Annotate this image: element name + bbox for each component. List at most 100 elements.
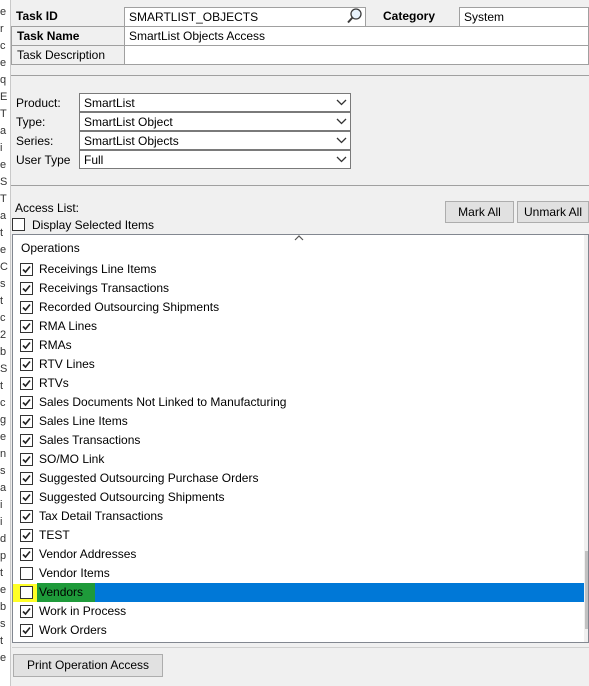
list-item[interactable]: Vendor Addresses <box>13 545 586 564</box>
background-window-strip: erceqETaieSTateCstc2bStcgensaiidptebste <box>0 0 11 686</box>
background-text-fragment: e <box>0 159 7 171</box>
category-field[interactable]: System <box>459 7 589 27</box>
item-checkbox[interactable] <box>20 377 33 390</box>
checkmark-icon <box>22 550 31 559</box>
item-checkbox[interactable] <box>20 434 33 447</box>
background-text-fragment: d <box>0 533 7 545</box>
list-item[interactable]: Work Orders <box>13 621 586 640</box>
background-text-fragment: e <box>0 6 7 18</box>
background-text-fragment: e <box>0 584 7 596</box>
item-checkbox[interactable] <box>20 472 33 485</box>
item-checkbox[interactable] <box>20 586 33 599</box>
item-checkbox[interactable] <box>20 491 33 504</box>
item-checkbox[interactable] <box>20 415 33 428</box>
chevron-down-icon <box>336 156 347 163</box>
background-text-fragment: c <box>0 397 6 409</box>
background-text-fragment: e <box>0 244 7 256</box>
checkmark-icon <box>22 379 31 388</box>
item-checkbox[interactable] <box>20 605 33 618</box>
list-item[interactable]: RTV Lines <box>13 355 586 374</box>
background-text-fragment: b <box>0 346 7 358</box>
background-text-fragment: p <box>0 550 7 562</box>
background-text-fragment: E <box>0 91 8 103</box>
item-checkbox[interactable] <box>20 529 33 542</box>
magnifier-icon[interactable] <box>346 7 366 27</box>
list-item[interactable]: RMA Lines <box>13 317 586 336</box>
scrollbar[interactable] <box>584 235 588 642</box>
background-text-fragment: s <box>0 278 6 290</box>
item-checkbox[interactable] <box>20 301 33 314</box>
list-item[interactable]: Tax Detail Transactions <box>13 507 586 526</box>
background-text-fragment: t <box>0 227 4 239</box>
task-name-field[interactable]: SmartList Objects Access <box>124 26 589 46</box>
operations-list[interactable]: Operations Receivings Line Items Receivin… <box>12 234 589 643</box>
list-item[interactable]: TEST <box>13 526 586 545</box>
item-checkbox[interactable] <box>20 339 33 352</box>
checkmark-icon <box>22 341 31 350</box>
background-text-fragment: T <box>0 193 7 205</box>
list-item-label: RMA Lines <box>39 319 98 333</box>
separator-middle <box>11 185 589 186</box>
list-item[interactable]: Recorded Outsourcing Shipments <box>13 298 586 317</box>
item-checkbox[interactable] <box>20 624 33 637</box>
background-text-fragment: 2 <box>0 329 7 341</box>
item-checkbox[interactable] <box>20 453 33 466</box>
task-header: Task ID SMARTLIST_OBJECTS Category Syste… <box>11 7 589 65</box>
list-item-label: Work Orders <box>39 623 107 637</box>
task-description-field[interactable] <box>124 45 589 65</box>
item-checkbox[interactable] <box>20 282 33 295</box>
list-item[interactable]: SO/MO Link <box>13 450 586 469</box>
list-item[interactable]: RMAs <box>13 336 586 355</box>
task-description-label-cell: Task Description <box>11 45 125 65</box>
background-text-fragment: s <box>0 465 6 477</box>
item-checkbox[interactable] <box>20 548 33 561</box>
list-item-label: Suggested Outsourcing Purchase Orders <box>39 471 259 485</box>
type-select[interactable]: SmartList Object <box>79 112 351 131</box>
background-text-fragment: n <box>0 448 7 460</box>
list-item-label: Vendor Items <box>39 566 110 580</box>
list-item[interactable]: Sales Transactions <box>13 431 586 450</box>
background-text-fragment: S <box>0 363 8 375</box>
task-id-field[interactable]: SMARTLIST_OBJECTS <box>124 7 366 27</box>
list-item[interactable]: Suggested Outsourcing Shipments <box>13 488 586 507</box>
checkmark-icon <box>22 417 31 426</box>
mark-all-button[interactable]: Mark All <box>445 201 514 223</box>
item-checkbox[interactable] <box>20 567 33 580</box>
print-operation-access-button[interactable]: Print Operation Access <box>13 654 163 677</box>
item-checkbox[interactable] <box>20 396 33 409</box>
list-item[interactable]: Receivings Line Items <box>13 260 586 279</box>
series-value: SmartList Objects <box>84 134 179 148</box>
checkmark-icon <box>22 303 31 312</box>
scrollbar-thumb[interactable] <box>585 551 588 629</box>
unmark-all-button[interactable]: Unmark All <box>517 201 589 223</box>
list-item[interactable]: RTVs <box>13 374 586 393</box>
operations-header: Operations <box>21 241 80 255</box>
list-item-label: Sales Documents Not Linked to Manufactur… <box>39 395 287 409</box>
list-item[interactable]: Suggested Outsourcing Purchase Orders <box>13 469 586 488</box>
series-select[interactable]: SmartList Objects <box>79 131 351 150</box>
list-item[interactable]: Vendors <box>13 583 586 602</box>
scroll-up-icon[interactable] <box>294 235 304 242</box>
category-value: System <box>464 10 505 24</box>
user-type-select[interactable]: Full <box>79 150 351 169</box>
item-checkbox[interactable] <box>20 358 33 371</box>
background-text-fragment: r <box>0 23 4 35</box>
background-text-fragment: e <box>0 652 7 664</box>
type-value: SmartList Object <box>84 115 173 129</box>
display-selected-checkbox[interactable] <box>12 218 25 231</box>
background-text-fragment: q <box>0 74 7 86</box>
background-text-fragment: a <box>0 482 7 494</box>
list-item-label: Recorded Outsourcing Shipments <box>39 300 220 314</box>
item-checkbox[interactable] <box>20 320 33 333</box>
list-item[interactable]: Work in Process <box>13 602 586 621</box>
list-item[interactable]: Sales Documents Not Linked to Manufactur… <box>13 393 586 412</box>
list-item[interactable]: Sales Line Items <box>13 412 586 431</box>
list-item[interactable]: Vendor Items <box>13 564 586 583</box>
task-name-label-cell: Task Name <box>11 26 125 46</box>
item-checkbox[interactable] <box>20 510 33 523</box>
checkmark-icon <box>22 512 31 521</box>
product-select[interactable]: SmartList <box>79 93 351 112</box>
list-item[interactable]: Receivings Transactions <box>13 279 586 298</box>
series-label: Series: <box>16 134 54 148</box>
item-checkbox[interactable] <box>20 263 33 276</box>
